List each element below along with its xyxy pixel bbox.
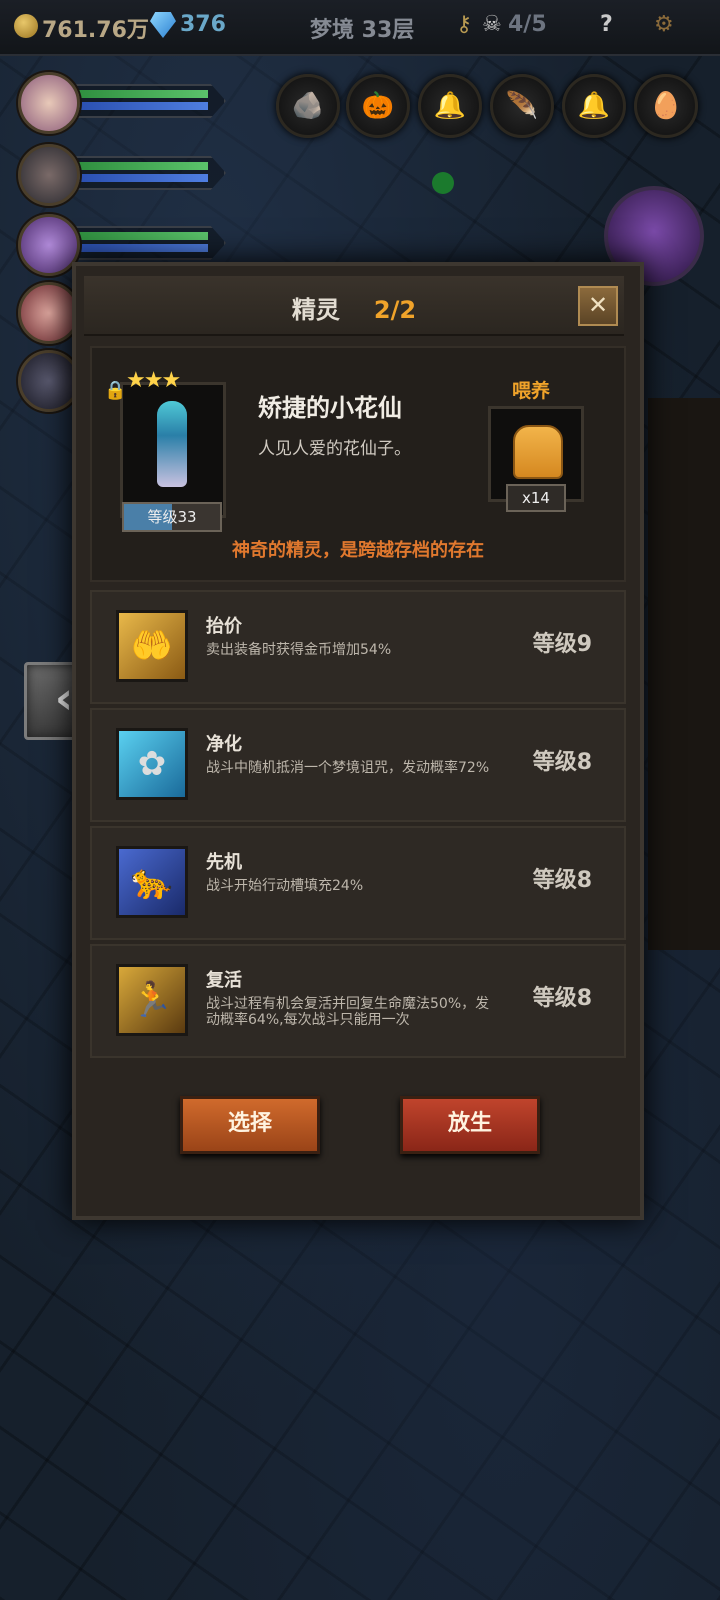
skill-name: 净化	[206, 734, 242, 755]
top-resource-bar: 761.76万 376 梦境 33层 ⚷ ☠ 4/5 ? ⚙	[0, 0, 720, 56]
gold-coin-icon	[14, 14, 38, 38]
skill-name: 先机	[206, 852, 242, 873]
skill-row[interactable]: ✿ 净化 战斗中随机抵消一个梦境诅咒，发动概率72% 等级8	[90, 708, 626, 822]
game-screen: 761.76万 376 梦境 33层 ⚷ ☠ 4/5 ? ⚙ 🪨 🎃 🔔 🪶 🔔	[0, 0, 720, 1600]
hero-portrait[interactable]	[18, 282, 80, 344]
skull-icon: ☠	[482, 12, 502, 37]
pet-info-card: ★★★ 🔒 等级33 矫捷的小花仙 人见人爱的花仙子。 喂养 x14 神奇的精灵…	[90, 346, 626, 582]
select-button[interactable]: 选择	[180, 1096, 320, 1154]
party-member[interactable]	[18, 72, 226, 136]
hand-icon: 🤲	[116, 610, 188, 682]
feed-label: 喂养	[512, 380, 551, 402]
map-marker-icon	[432, 172, 454, 194]
pet-flavor-text: 神奇的精灵，是跨越存档的存在	[232, 540, 484, 561]
skill-description: 战斗中随机抵消一个梦境诅咒，发动概率72%	[206, 760, 490, 776]
pet-count: 2/2	[373, 296, 417, 324]
skill-name: 抬价	[206, 616, 242, 637]
pet-description: 人见人爱的花仙子。	[258, 439, 411, 459]
skill-level: 等级8	[532, 868, 592, 893]
bread-icon	[513, 425, 563, 479]
relic-feather-icon[interactable]: 🪶	[490, 74, 554, 138]
pet-star-rating: ★★★	[126, 368, 181, 393]
panel-header: 精灵 2/2 ✕	[84, 276, 624, 336]
skill-description: 战斗过程有机会复活并回复生命魔法50%，发动概率64%,每次战斗只能用一次	[206, 996, 490, 1028]
background-shadow	[648, 398, 720, 950]
hp-bar	[78, 162, 208, 170]
hero-portrait[interactable]	[18, 214, 80, 276]
settings-gear-icon[interactable]: ⚙	[654, 12, 674, 37]
skill-row[interactable]: 🏃 复活 战斗过程有机会复活并回复生命魔法50%，发动概率64%,每次战斗只能用…	[90, 944, 626, 1058]
flower-icon: ✿	[116, 728, 188, 800]
skill-level: 等级9	[532, 632, 592, 657]
leopard-icon: 🐆	[116, 846, 188, 918]
help-button[interactable]: ?	[600, 12, 613, 37]
hero-portrait[interactable]	[18, 144, 80, 206]
skill-row[interactable]: 🤲 抬价 卖出装备时获得金币增加54% 等级9	[90, 590, 626, 704]
flower-fairy-image	[157, 401, 187, 487]
relic-stone-icon[interactable]: 🪨	[276, 74, 340, 138]
panel-title: 精灵 2/2	[84, 290, 624, 325]
skill-description: 卖出装备时获得金币增加54%	[206, 642, 392, 658]
hp-bar	[78, 90, 208, 98]
relic-bell-icon[interactable]: 🔔	[418, 74, 482, 138]
key-icon: ⚷	[456, 12, 473, 37]
mp-bar	[78, 102, 208, 110]
panel-title-label: 精灵	[291, 296, 340, 324]
relic-bell-icon[interactable]: 🔔	[562, 74, 626, 138]
pet-name: 矫捷的小花仙	[258, 394, 402, 422]
relic-egg-icon[interactable]: 🥚	[634, 74, 698, 138]
gold-amount: 761.76万	[42, 18, 149, 43]
skill-level: 等级8	[532, 750, 592, 775]
dream-floor-label: 梦境 33层	[310, 18, 415, 43]
release-button[interactable]: 放生	[400, 1096, 540, 1154]
close-icon[interactable]: ✕	[578, 286, 618, 326]
party-member[interactable]	[18, 144, 226, 208]
pet-portrait[interactable]	[120, 382, 226, 518]
revive-icon: 🏃	[116, 964, 188, 1036]
pet-panel: 精灵 2/2 ✕ ★★★ 🔒 等级33 矫捷的小花仙 人见人爱的花仙子。 喂养 x…	[72, 262, 644, 1220]
skill-name: 复活	[206, 970, 242, 991]
hero-portrait[interactable]	[18, 72, 80, 134]
skill-level: 等级8	[532, 986, 592, 1011]
mp-bar	[78, 174, 208, 182]
lock-icon[interactable]: 🔒	[104, 380, 126, 401]
skull-counter: 4/5	[508, 12, 547, 37]
hero-portrait[interactable]	[18, 350, 80, 412]
diamond-icon	[150, 12, 176, 38]
hp-bar	[78, 232, 208, 240]
gem-amount: 376	[180, 12, 226, 37]
feed-item-count: x14	[506, 484, 566, 512]
skill-row[interactable]: 🐆 先机 战斗开始行动槽填充24% 等级8	[90, 826, 626, 940]
pet-level-badge: 等级33	[122, 502, 222, 532]
mp-bar	[78, 244, 208, 252]
relic-pumpkin-icon[interactable]: 🎃	[346, 74, 410, 138]
skill-description: 战斗开始行动槽填充24%	[206, 878, 364, 894]
